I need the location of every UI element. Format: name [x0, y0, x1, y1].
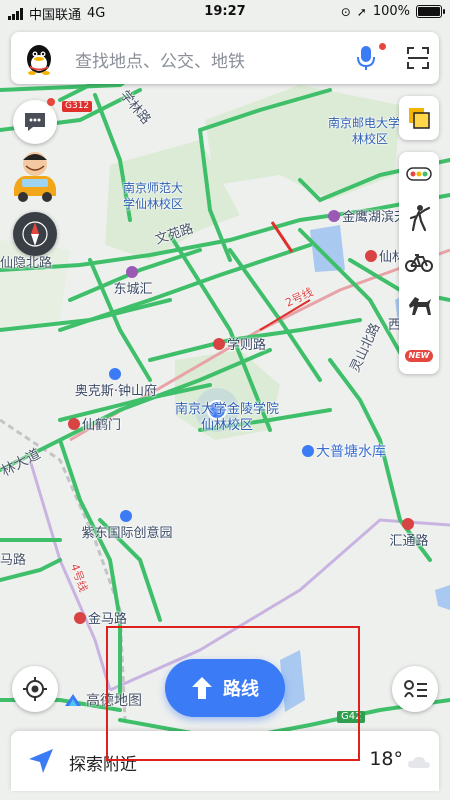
metro-icon [74, 612, 86, 624]
poi-label[interactable]: 仙鹤门 [68, 418, 121, 434]
amap-logo-icon [65, 694, 81, 706]
road-label: 马路 [0, 553, 27, 568]
route-list-button[interactable] [392, 666, 438, 712]
layers-icon [409, 108, 430, 129]
route-button[interactable]: 路线 [165, 659, 285, 717]
metro-icon [365, 250, 377, 262]
poi-label-text: 汇通路 [389, 534, 429, 549]
route-arrow-icon [192, 677, 212, 699]
notification-dot [47, 98, 55, 106]
compass-icon [22, 221, 48, 247]
poi-label-text: 仙鹤门 [82, 418, 122, 433]
message-button[interactable] [13, 100, 57, 144]
poi-label[interactable]: 东城汇 [113, 266, 153, 298]
temperature: 18° [369, 748, 403, 770]
search-input[interactable]: 查找地点、公交、地铁 [75, 47, 245, 72]
car-avatar-icon[interactable] [10, 150, 60, 206]
road-label: 仙隐北路 [0, 256, 53, 271]
horse-button[interactable] [399, 284, 439, 328]
water-icon [302, 445, 314, 457]
microphone-icon[interactable] [354, 44, 378, 72]
poi-label[interactable]: 紫东国际创意园 [72, 510, 182, 542]
bike-button[interactable] [399, 240, 439, 284]
map-tools-panel: NEW [399, 152, 439, 374]
qq-avatar-icon[interactable] [21, 40, 57, 76]
scenic-button[interactable] [399, 196, 439, 240]
navigation-arrow-icon [29, 749, 53, 773]
poi-label-text: 大普塘水库 [316, 444, 386, 460]
poi-label[interactable]: 奥克斯·钟山府 [66, 368, 166, 400]
battery-percent: 100% [372, 4, 410, 19]
route-list-icon [404, 680, 427, 698]
scan-icon[interactable] [406, 46, 430, 70]
route-button-label: 路线 [223, 679, 259, 700]
poi-label[interactable]: 南京大学金陵学院仙林校区 [172, 402, 282, 434]
highway-shield: G42 [337, 711, 366, 723]
poi-label-text: 紫东国际创意园 [81, 526, 173, 541]
new-badge: NEW [405, 350, 433, 362]
explore-nearby-label: 探索附近 [69, 755, 137, 775]
poi-label[interactable]: 大普塘水库 [302, 444, 386, 460]
poi-label[interactable]: 金马路 [74, 612, 127, 628]
battery-icon [416, 5, 445, 18]
hiking-icon [409, 205, 431, 232]
locate-icon [23, 677, 47, 701]
lock-rotation-icon: ⊙ [340, 4, 351, 19]
metro-icon [68, 418, 80, 430]
highway-shield: G312 [62, 101, 93, 112]
residence-icon [109, 368, 121, 380]
poi-label[interactable]: 学则路 [213, 338, 266, 354]
logo-text: 高德地图 [86, 693, 142, 709]
shopping-icon [328, 210, 340, 222]
poi-label[interactable]: 南京师范大学仙林校区 [118, 180, 188, 212]
notification-dot [379, 43, 386, 50]
poi-label-text: 东城汇 [113, 282, 153, 297]
compass-button[interactable] [13, 212, 57, 256]
bicycle-icon [405, 254, 433, 272]
cloud-icon [408, 756, 430, 768]
building-icon [120, 510, 132, 522]
search-bar[interactable]: 查找地点、公交、地铁 [11, 32, 439, 84]
horse-icon [409, 297, 431, 315]
shopping-icon [126, 266, 138, 278]
location-arrow-icon: ➚ [356, 4, 367, 19]
metro-icon [213, 338, 225, 350]
chat-bubble-icon [25, 113, 45, 131]
poi-label-text: 学则路 [227, 338, 267, 353]
amap-logo: 高德地图 [64, 690, 142, 710]
traffic-button[interactable] [399, 152, 439, 196]
status-bar: 中国联通 4G 19:27 ⊙ ➚ 100% [0, 0, 450, 24]
poi-label[interactable]: 金鹰湖滨天 [328, 210, 407, 226]
traffic-light-icon [406, 167, 432, 181]
poi-label-text: 奥克斯·钟山府 [74, 384, 158, 399]
poi-label-text: 金鹰湖滨天 [342, 210, 408, 225]
layers-button[interactable] [399, 96, 439, 140]
explore-nearby-bar[interactable]: 探索附近 18° [11, 731, 439, 791]
metro-icon [402, 518, 414, 530]
poi-label[interactable]: 汇通路 [383, 518, 435, 550]
locate-button[interactable] [12, 666, 58, 712]
poi-label-text: 金马路 [88, 612, 128, 627]
